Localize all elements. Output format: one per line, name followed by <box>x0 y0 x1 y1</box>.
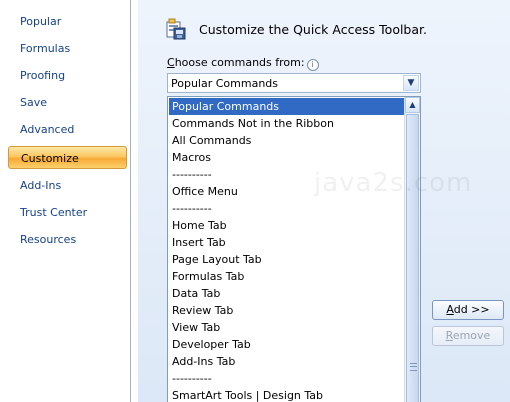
nav-item-add-ins[interactable]: Add-Ins <box>8 174 127 197</box>
nav-item-advanced[interactable]: Advanced <box>8 118 127 141</box>
list-item[interactable]: All Commands <box>169 132 404 149</box>
scrollbar[interactable]: ▲ <box>404 97 420 402</box>
remove-button[interactable]: Remove <box>432 326 504 346</box>
nav-item-trust-center[interactable]: Trust Center <box>8 201 127 224</box>
list-item[interactable]: View Tab <box>169 319 404 336</box>
choose-commands-label: Choose commands from: i <box>167 56 319 71</box>
nav-item-customize[interactable]: Customize <box>8 146 127 169</box>
list-item[interactable]: Add-Ins Tab <box>169 353 404 370</box>
list-item[interactable]: Commands Not in the Ribbon <box>169 115 404 132</box>
info-icon[interactable]: i <box>306 59 319 71</box>
list-item[interactable]: Macros <box>169 149 404 166</box>
options-navigation: Popular Formulas Proofing Save Advanced … <box>0 0 131 402</box>
nav-item-save[interactable]: Save <box>8 91 127 114</box>
add-button[interactable]: Add >> <box>432 300 504 320</box>
list-item[interactable]: Office Menu <box>169 183 404 200</box>
page-title: Customize the Quick Access Toolbar. <box>199 22 427 37</box>
list-separator: ---------- <box>172 202 212 215</box>
nav-item-proofing[interactable]: Proofing <box>8 64 127 87</box>
list-item[interactable]: SmartArt Tools | Design Tab <box>169 387 404 402</box>
commands-list[interactable]: Popular Commands Commands Not in the Ribb… <box>167 96 421 402</box>
list-item[interactable]: Popular Commands <box>169 98 404 115</box>
nav-item-resources[interactable]: Resources <box>8 228 127 251</box>
choose-commands-dropdown[interactable]: Popular Commands ▼ <box>167 73 421 93</box>
list-separator: ---------- <box>172 168 212 181</box>
scroll-up-icon[interactable]: ▲ <box>405 97 420 113</box>
nav-item-formulas[interactable]: Formulas <box>8 37 127 60</box>
list-item[interactable]: Insert Tab <box>169 234 404 251</box>
scroll-thumb[interactable] <box>406 114 419 402</box>
chevron-down-icon[interactable]: ▼ <box>403 75 419 91</box>
list-item[interactable]: Formulas Tab <box>169 268 404 285</box>
grip-icon <box>410 363 417 371</box>
toolbar-customize-icon <box>166 18 186 40</box>
list-item[interactable]: Data Tab <box>169 285 404 302</box>
list-item[interactable]: Home Tab <box>169 217 404 234</box>
dropdown-value: Popular Commands <box>171 77 279 90</box>
list-item[interactable]: Developer Tab <box>169 336 404 353</box>
list-separator: ---------- <box>172 372 212 385</box>
list-item[interactable]: Review Tab <box>169 302 404 319</box>
list-item[interactable]: Page Layout Tab <box>169 251 404 268</box>
nav-item-popular[interactable]: Popular <box>8 10 127 33</box>
customize-panel: Customize the Quick Access Toolbar. Choo… <box>138 0 510 402</box>
